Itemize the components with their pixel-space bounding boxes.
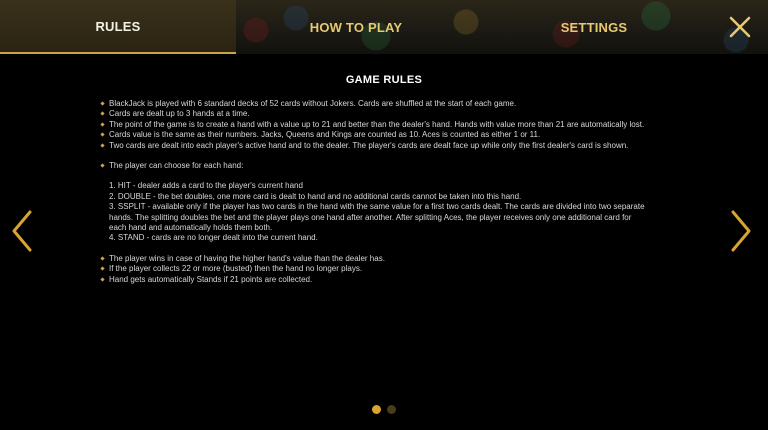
rule-bullet: The player wins in case of having the hi… xyxy=(109,254,649,264)
close-icon xyxy=(729,16,751,38)
rule-bullet: Cards value is the same as their numbers… xyxy=(109,130,649,140)
previous-page-button[interactable] xyxy=(8,208,36,254)
next-page-button[interactable] xyxy=(727,208,755,254)
option-item: 3. SSPLIT - available only if the player… xyxy=(109,202,645,233)
page-dot-1[interactable] xyxy=(372,405,381,414)
rules-content: BlackJack is played with 6 standard deck… xyxy=(109,99,649,285)
top-bar: RULES HOW TO PLAY SETTINGS xyxy=(0,0,768,54)
tab-how-to-play[interactable]: HOW TO PLAY xyxy=(236,0,476,54)
tab-settings-label: SETTINGS xyxy=(560,19,628,35)
chevron-right-icon xyxy=(731,210,751,252)
page-indicator xyxy=(0,405,768,414)
rule-bullet: The point of the game is to create a han… xyxy=(109,120,649,130)
tab-rules[interactable]: RULES xyxy=(0,0,236,54)
rule-bullet: If the player collects 22 or more (buste… xyxy=(109,264,649,274)
option-item: 4. STAND - cards are no longer dealt int… xyxy=(109,233,318,243)
rule-bullet: BlackJack is played with 6 standard deck… xyxy=(109,99,649,109)
rule-bullet: Cards are dealt up to 3 hands at a time. xyxy=(109,109,649,119)
tab-settings[interactable]: SETTINGS xyxy=(476,0,712,54)
page-dot-2[interactable] xyxy=(387,405,396,414)
page-title: GAME RULES xyxy=(345,74,423,86)
tab-rules-label: RULES xyxy=(95,18,141,34)
option-item: 2. DOUBLE - the bet doubles, one more ca… xyxy=(109,191,522,201)
option-item: 1. HIT - dealer adds a card to the playe… xyxy=(109,181,303,191)
close-button[interactable] xyxy=(722,9,758,45)
chevron-left-icon xyxy=(12,210,32,252)
rule-bullet: The player can choose for each hand: xyxy=(109,161,649,171)
tab-how-to-play-label: HOW TO PLAY xyxy=(309,19,403,35)
rule-bullet: Two cards are dealt into each player's a… xyxy=(109,141,649,151)
rule-bullet: Hand gets automatically Stands if 21 poi… xyxy=(109,275,649,285)
